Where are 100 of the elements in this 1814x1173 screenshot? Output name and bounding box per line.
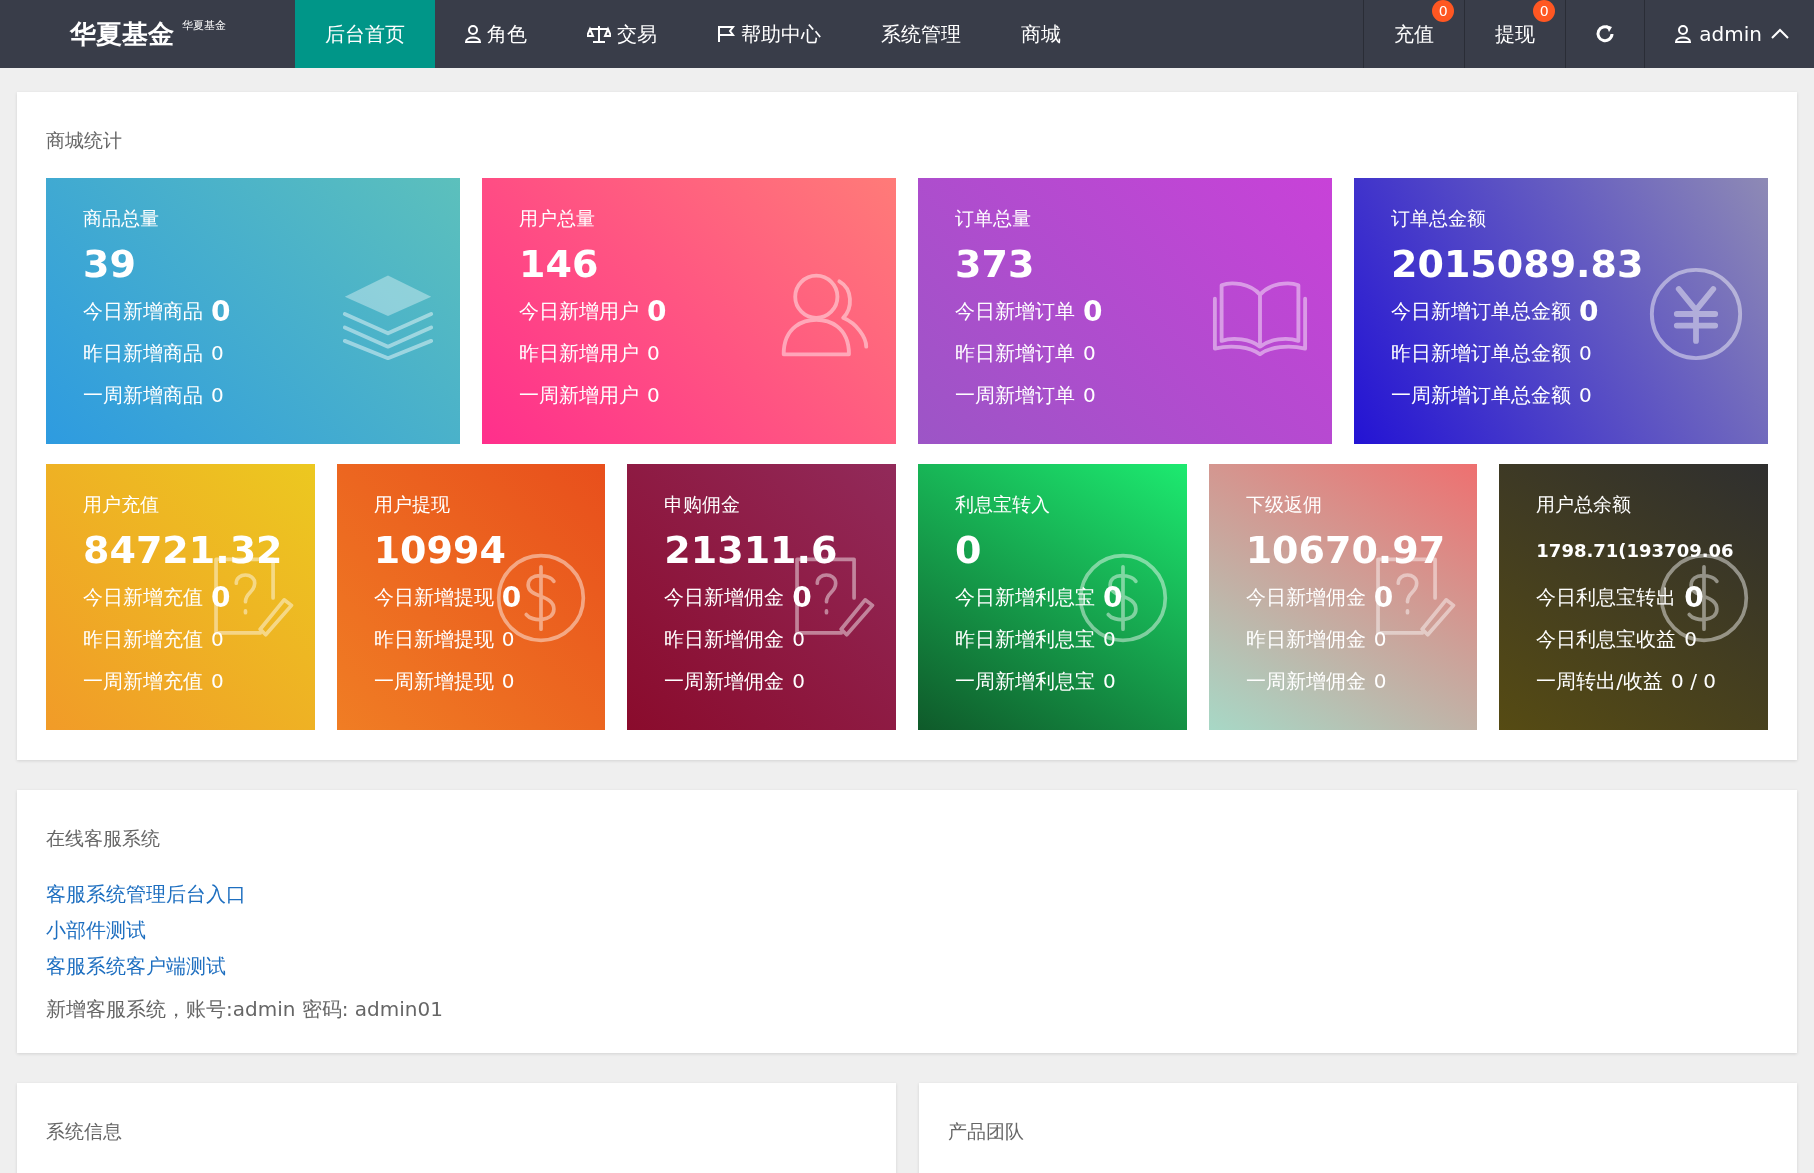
stat-label: 昨日新增佣金 bbox=[664, 625, 785, 653]
count-badge: 0 bbox=[1533, 0, 1556, 22]
support-link[interactable]: 小部件测试 bbox=[46, 912, 146, 948]
flag-icon bbox=[717, 25, 735, 43]
stat-label: 今日新增佣金 bbox=[664, 583, 785, 611]
stat-number: 0 bbox=[211, 627, 224, 651]
stat-label: 一周新增提现 bbox=[373, 667, 494, 695]
stat-label: 今日新增商品 bbox=[83, 297, 203, 325]
support-link[interactable]: 客服系统客户端测试 bbox=[46, 948, 226, 984]
stat-title: 用户提现 bbox=[373, 492, 451, 517]
stat-number: 0 bbox=[1083, 294, 1103, 328]
stat-number: 0 bbox=[211, 383, 224, 407]
support-link[interactable]: 客服系统管理后台入口 bbox=[46, 876, 246, 912]
stat-value: 10670.97 bbox=[1245, 528, 1446, 572]
stat-number: 0 bbox=[1579, 383, 1592, 407]
stat-number: 0 bbox=[1684, 627, 1698, 651]
logo-text: 华夏基金 bbox=[69, 17, 174, 51]
stat-number: 0 bbox=[647, 383, 660, 407]
caret-up-icon bbox=[1770, 28, 1790, 40]
stat-title: 下级返佣 bbox=[1245, 492, 1323, 517]
stat-value: 2015089.83 bbox=[1391, 242, 1644, 286]
stat-number: 0 bbox=[792, 669, 806, 693]
stat-number: 0 bbox=[211, 580, 231, 614]
stat-number: 0 / 0 bbox=[1671, 669, 1716, 693]
stat-label: 今日新增订单 bbox=[955, 297, 1075, 325]
stat-number: 0 bbox=[501, 627, 515, 651]
stat-label: 一周新增佣金 bbox=[664, 667, 785, 695]
stat-number: 0 bbox=[1083, 341, 1096, 365]
stat-value: 373 bbox=[955, 242, 1035, 286]
stat-number: 0 bbox=[1373, 580, 1394, 614]
stat-label: 一周新增用户 bbox=[519, 381, 639, 409]
panel-title: 在线客服系统 bbox=[46, 826, 161, 851]
stat-number: 0 bbox=[647, 294, 667, 328]
nav-tab[interactable]: 系统管理 bbox=[851, 0, 991, 68]
logo-subtext: 华夏基金 bbox=[181, 18, 226, 33]
user-menu[interactable]: admin bbox=[1644, 0, 1814, 68]
stat-number: 0 bbox=[1083, 383, 1096, 407]
stat-title: 申购佣金 bbox=[664, 492, 742, 517]
stat-label: 一周新增充值 bbox=[83, 667, 203, 695]
scale-icon bbox=[587, 25, 611, 43]
stat-label: 昨日新增用户 bbox=[519, 339, 639, 367]
stat-number: 0 bbox=[1579, 294, 1599, 328]
stat-number: 0 bbox=[1103, 627, 1116, 651]
nav-tab[interactable]: 帮助中心 bbox=[687, 0, 851, 68]
nav-tab[interactable]: 商城 bbox=[991, 0, 1091, 68]
stat-number: 0 bbox=[211, 294, 231, 328]
stat-label: 昨日新增佣金 bbox=[1245, 625, 1366, 653]
stat-value: 21311.6 bbox=[664, 528, 838, 572]
stat-value: 0 bbox=[955, 528, 982, 572]
stat-value: 39 bbox=[83, 242, 136, 286]
stat-title: 订单总金额 bbox=[1391, 206, 1487, 231]
stat-label: 昨日新增订单总金额 bbox=[1391, 339, 1571, 367]
user-icon bbox=[1675, 25, 1692, 43]
stat-label: 昨日新增商品 bbox=[83, 339, 203, 367]
yen-icon bbox=[1648, 266, 1744, 362]
stat-label: 今日新增提现 bbox=[373, 583, 494, 611]
stat-label: 昨日新增订单 bbox=[955, 339, 1075, 367]
stat-number: 0 bbox=[1103, 669, 1116, 693]
stat-label: 今日新增订单总金额 bbox=[1391, 297, 1571, 325]
stat-number: 0 bbox=[1373, 669, 1387, 693]
stat-number: 0 bbox=[647, 341, 660, 365]
stat-label: 一周新增订单 bbox=[955, 381, 1075, 409]
panel-title: 系统信息 bbox=[46, 1119, 123, 1144]
stat-label: 昨日新增充值 bbox=[83, 625, 203, 653]
stat-value: 10994 bbox=[373, 528, 506, 572]
stat-label: 今日利息宝转出 bbox=[1536, 583, 1677, 611]
nav-tab[interactable]: 交易 bbox=[557, 0, 687, 68]
stat-value: 146 bbox=[519, 242, 599, 286]
stat-title: 订单总量 bbox=[955, 206, 1032, 231]
nav-tab[interactable]: 后台首页 bbox=[295, 0, 435, 68]
stat-label: 今日新增佣金 bbox=[1245, 583, 1366, 611]
stat-number: 0 bbox=[1684, 580, 1704, 614]
stat-label: 今日新增充值 bbox=[83, 583, 203, 611]
stat-title: 用户总余额 bbox=[1536, 492, 1633, 517]
stat-label: 昨日新增利息宝 bbox=[955, 625, 1095, 653]
account-note: 新增客服系统，账号:admin 密码: admin01 bbox=[46, 996, 444, 1023]
stat-number: 0 bbox=[501, 580, 522, 614]
stat-number: 0 bbox=[1373, 627, 1387, 651]
nav-tab[interactable]: 角色 bbox=[435, 0, 557, 68]
stat-label: 今日利息宝收益 bbox=[1536, 625, 1677, 653]
stat-value: 1798.71(193709.06 bbox=[1536, 538, 1734, 563]
nav-action[interactable]: 提现 0 bbox=[1464, 0, 1566, 68]
stat-number: 0 bbox=[501, 669, 515, 693]
stat-number: 0 bbox=[792, 627, 806, 651]
stat-title: 利息宝转入 bbox=[955, 492, 1051, 517]
stat-label: 一周新增利息宝 bbox=[955, 667, 1095, 695]
nav-action[interactable]: 充值 0 bbox=[1363, 0, 1465, 68]
stat-value: 84721.32 bbox=[83, 528, 283, 572]
stat-title: 用户充值 bbox=[83, 492, 160, 517]
stat-label: 一周转出/收益 bbox=[1536, 667, 1664, 695]
user-icon bbox=[465, 25, 481, 43]
stat-label: 一周新增商品 bbox=[83, 381, 203, 409]
stat-number: 0 bbox=[1579, 341, 1592, 365]
stat-label: 一周新增佣金 bbox=[1245, 667, 1366, 695]
count-badge: 0 bbox=[1432, 0, 1455, 22]
stat-label: 今日新增用户 bbox=[519, 297, 639, 325]
stat-title: 商品总量 bbox=[83, 206, 160, 231]
stat-label: 今日新增利息宝 bbox=[955, 583, 1095, 611]
panel-title: 商城统计 bbox=[46, 128, 123, 153]
stat-label: 一周新增订单总金额 bbox=[1391, 381, 1571, 409]
